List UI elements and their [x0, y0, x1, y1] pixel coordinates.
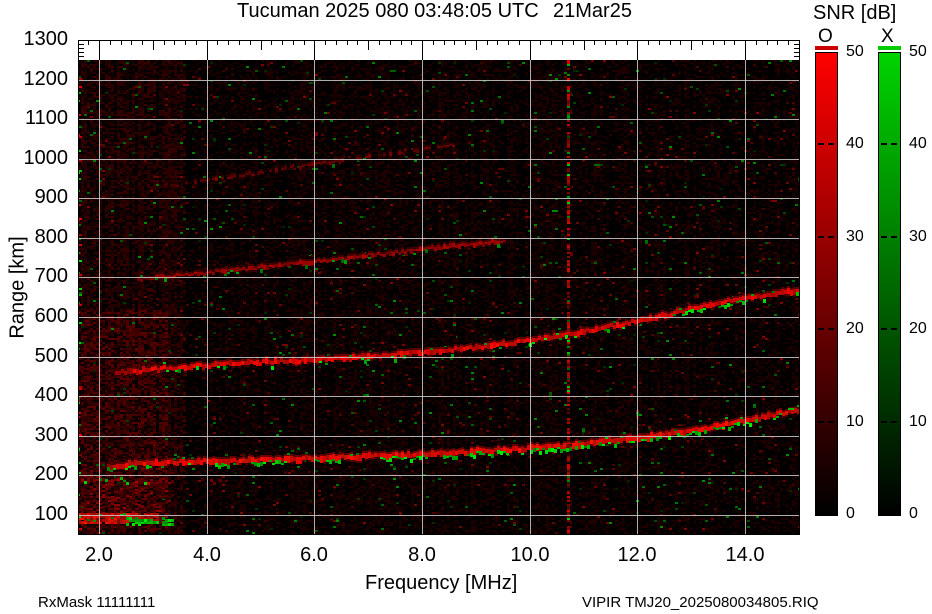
colorbar-o-tick-label: 20	[846, 320, 864, 338]
x-tick-label: 12.0	[617, 544, 657, 566]
colorbar-tick-dash	[828, 420, 834, 423]
colorbar-title: SNR [dB]	[813, 2, 897, 24]
colorbar-x-tick-label: 50	[909, 43, 927, 60]
colorbar-tick-dash	[881, 235, 887, 238]
x-tick-label: 4.0	[193, 544, 221, 566]
page-title: Tucuman 2025 080 03:48:05 UTC	[237, 0, 539, 23]
colorbar-o-label: O	[818, 26, 833, 47]
y-tick-label: 1100	[24, 107, 68, 130]
colorbar-tick-dash	[828, 143, 834, 146]
colorbar-tick-dash	[818, 143, 824, 146]
x-tick-label: 6.0	[300, 544, 328, 566]
ionogram-canvas	[78, 40, 800, 535]
colorbar-o-tick-label: 50	[846, 43, 864, 60]
colorbar-tick-dash	[828, 235, 834, 238]
colorbar-tick-dash	[891, 235, 897, 238]
colorbar-x-underline	[878, 46, 901, 50]
colorbar-x-scale	[878, 52, 901, 516]
y-tick-label: 1200	[23, 67, 69, 90]
x-tick-label: 2.0	[85, 544, 113, 566]
y-tick-label: 800	[34, 225, 68, 248]
colorbar-tick-dash	[818, 420, 824, 423]
colorbar-tick-dash	[891, 420, 897, 423]
y-tick-label: 500	[34, 344, 68, 367]
y-tick-label: 300	[34, 423, 68, 446]
colorbar-o-tick-label: 0	[846, 505, 855, 522]
rxmask-label: RxMask 11111111	[38, 594, 156, 611]
colorbar-tick-dash	[818, 328, 824, 331]
colorbar-tick-dash	[881, 420, 887, 423]
colorbar-tick-dash	[881, 143, 887, 146]
y-tick-label: 100	[34, 502, 68, 525]
colorbar-tick-dash	[881, 328, 887, 331]
file-label: VIPIR TMJ20_2025080034805.RIQ	[582, 594, 819, 611]
colorbar-x-tick-label: 10	[909, 412, 927, 430]
colorbar-tick-dash	[818, 235, 824, 238]
y-tick-label: 400	[34, 384, 68, 407]
colorbar-tick-dash	[828, 328, 834, 331]
y-tick-label: 1000	[23, 146, 69, 169]
colorbar-tick-dash	[891, 143, 897, 146]
colorbar-x-label: X	[881, 26, 894, 47]
colorbar-o-tick-label: 40	[846, 135, 864, 153]
colorbar-o-underline	[815, 46, 838, 50]
y-tick-label: 600	[34, 304, 68, 327]
title-text: Tucuman 2025 080 03:48:05 UTC	[237, 0, 539, 22]
x-axis-title: Frequency [MHz]	[365, 572, 518, 594]
x-tick-label: 8.0	[408, 544, 436, 566]
x-tick-label: 14.0	[725, 544, 765, 566]
y-tick-label: 200	[34, 463, 68, 486]
colorbar-o-tick-label: 10	[846, 412, 864, 430]
colorbar-o-tick-label: 30	[846, 227, 864, 245]
y-tick-label: 700	[34, 265, 68, 288]
colorbar-o-scale	[815, 52, 838, 516]
colorbar-x-tick-label: 20	[909, 320, 927, 338]
x-tick-label: 10.0	[510, 544, 550, 566]
y-tick-label: 1300	[23, 28, 69, 50]
colorbar-x-tick-label: 0	[909, 505, 918, 522]
title-date: 21Mar25	[553, 0, 632, 22]
y-tick-label: 900	[34, 186, 68, 209]
colorbar-x-tick-label: 40	[909, 135, 927, 153]
colorbar-x-tick-label: 30	[909, 227, 927, 245]
colorbar-tick-dash	[891, 328, 897, 331]
